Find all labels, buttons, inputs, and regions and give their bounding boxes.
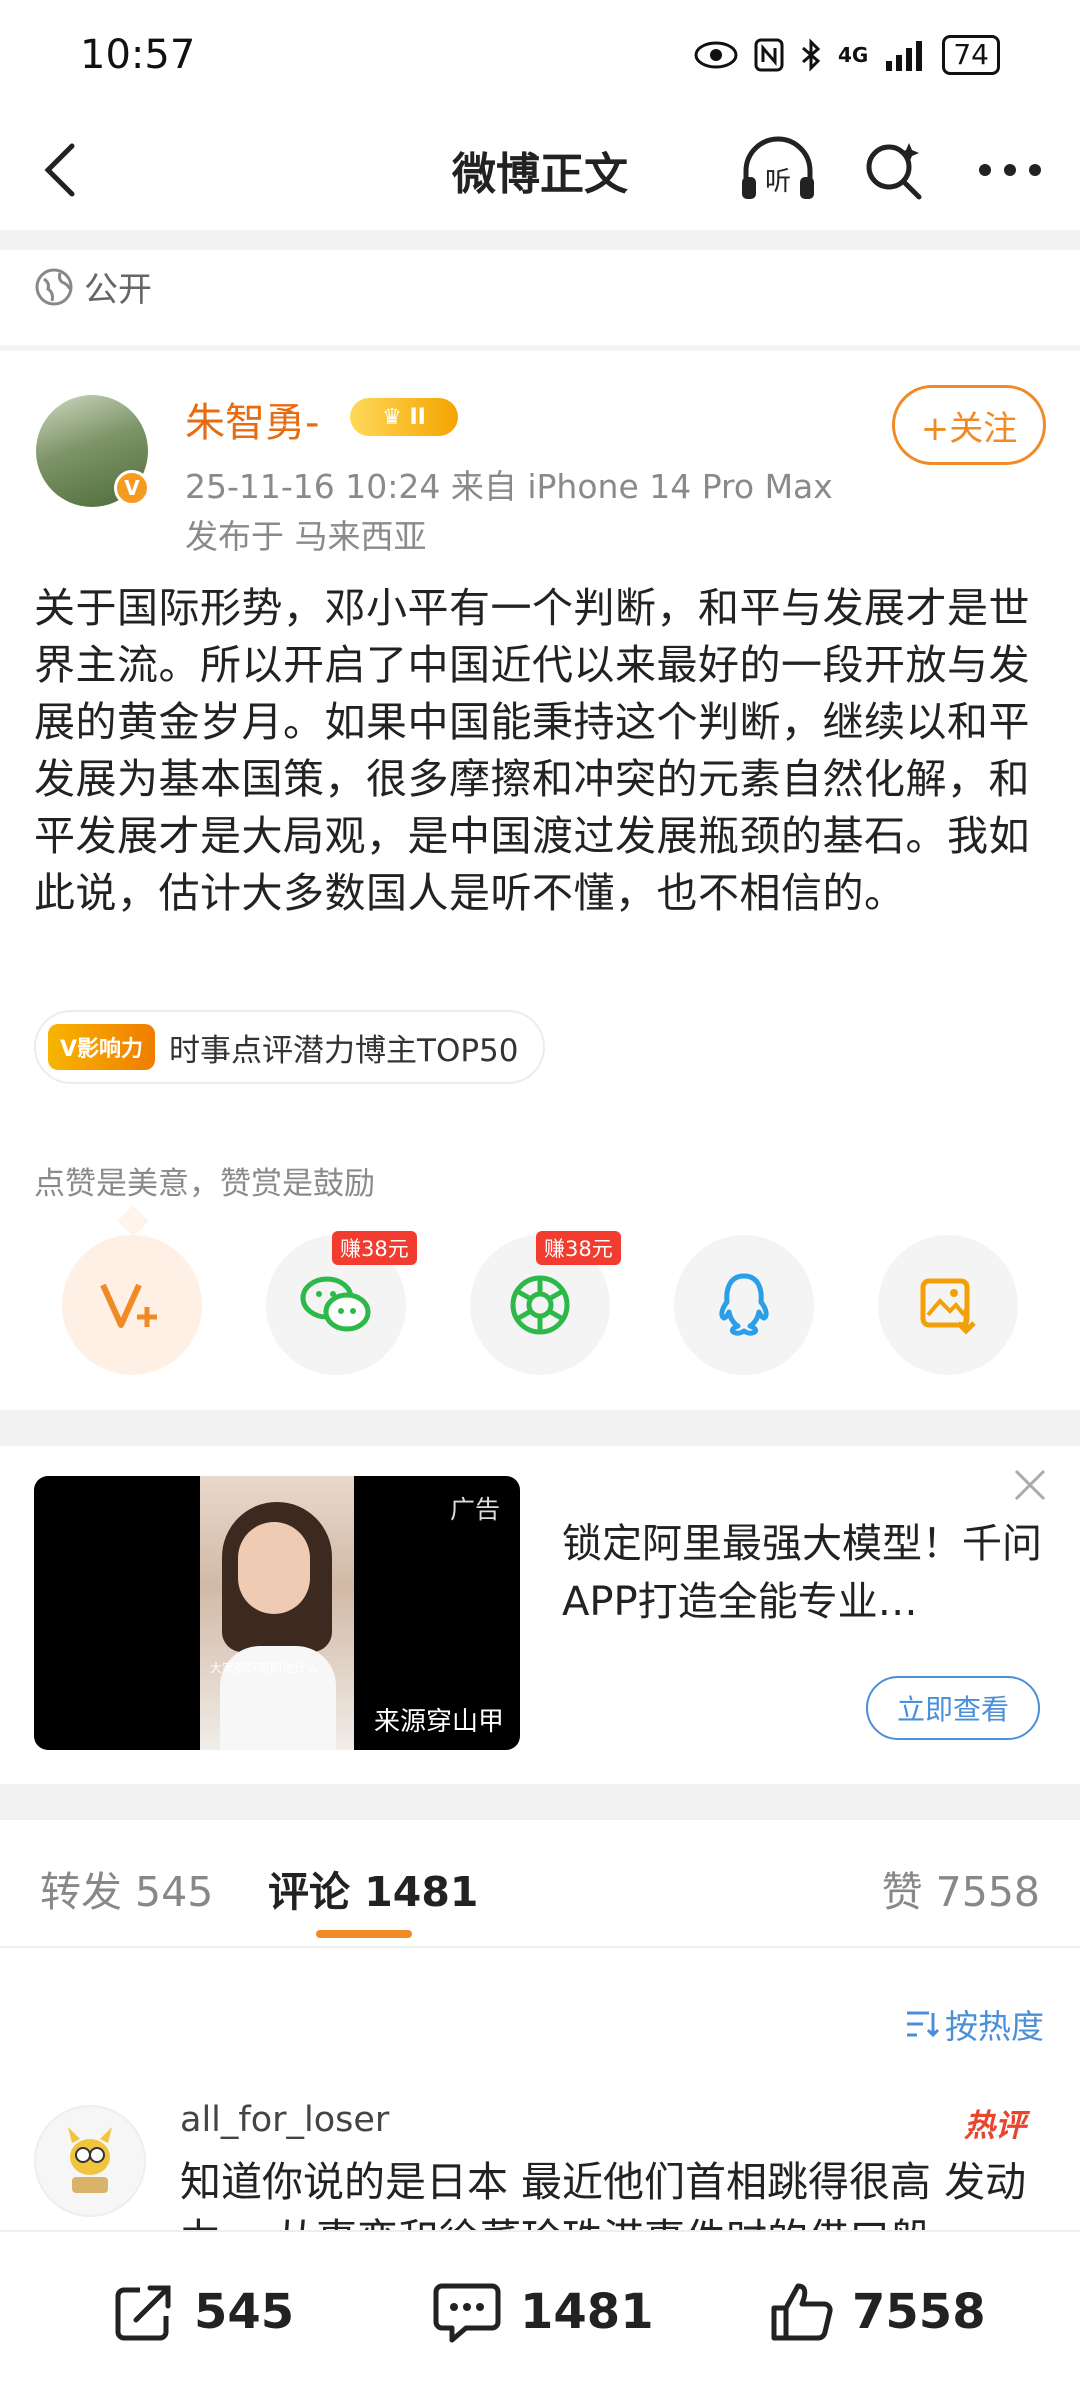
vip-level: II: [409, 404, 426, 430]
search-sparkle-icon: [866, 143, 922, 200]
ad-source: 来源穿山甲: [373, 1707, 504, 1737]
comment-count: 1481: [520, 2284, 654, 2340]
verified-badge-icon: V: [114, 470, 150, 506]
tab-like[interactable]: 赞 7558: [882, 1858, 1040, 1918]
nav-bar: 微博正文 听: [0, 110, 1080, 230]
earn-tag: 赚38元: [332, 1231, 417, 1265]
wechat-icon: [300, 1276, 371, 1332]
ad-label: 广告: [449, 1495, 500, 1524]
close-icon[interactable]: [1010, 1465, 1050, 1505]
follow-button[interactable]: +关注: [892, 385, 1046, 465]
divider: [0, 1410, 1080, 1446]
bottom-action-bar: 545 1481 7558: [0, 2230, 1080, 2390]
repost-button[interactable]: 545: [112, 2280, 294, 2344]
comment-button[interactable]: 1481: [432, 2280, 654, 2344]
share-wechat-button[interactable]: 赚38元: [266, 1231, 417, 1375]
share-moments-button[interactable]: 赚38元: [470, 1231, 621, 1375]
vplus-reward-button[interactable]: [62, 1235, 202, 1375]
weibo-post-page: 10:57 4G 74 微博正文 听 公开 V 朱智勇- ♛ II 25-11-…: [0, 0, 1080, 2390]
nav-actions: 听: [738, 130, 1050, 210]
reward-hint: 点赞是美意，赞赏是鼓励: [34, 1166, 375, 1202]
like-count: 7558: [852, 2284, 986, 2340]
nfc-icon: [754, 38, 784, 72]
ad-person-face: [238, 1522, 310, 1614]
comment-icon: [433, 2283, 501, 2343]
thumbs-up-icon: [771, 2283, 833, 2341]
tab-comment[interactable]: 评论 1481: [268, 1858, 478, 1918]
bluetooth-icon: [802, 38, 821, 72]
vplus-icon: [100, 1283, 157, 1328]
search-button[interactable]: [854, 130, 934, 210]
save-image-button[interactable]: [878, 1235, 1018, 1375]
moments-icon: [510, 1275, 570, 1335]
hot-comment-badge: 热评: [964, 2108, 1026, 2144]
commenter-avatar[interactable]: [34, 2105, 146, 2217]
qq-icon: [719, 1273, 769, 1336]
repost-icon: [115, 2285, 171, 2341]
listen-label: 听: [765, 167, 791, 197]
network-type: 4G: [838, 43, 869, 67]
divider: [0, 1946, 1080, 1948]
share-qq-button[interactable]: [674, 1235, 814, 1375]
back-arrow-icon: [44, 143, 75, 197]
earn-tag: 赚38元: [536, 1231, 621, 1265]
influence-label: 时事点评潜力博主TOP50: [169, 1032, 519, 1069]
ad-video-frame: 大家都好奇的是什么: [200, 1476, 354, 1750]
repost-count: 545: [194, 2284, 295, 2340]
status-time: 10:57: [80, 32, 196, 78]
post-meta: 25-11-16 10:24 来自 iPhone 14 Pro Max: [185, 467, 833, 506]
influence-logo: V影响力: [48, 1024, 156, 1070]
visibility-label: 公开: [34, 262, 152, 311]
headphones-icon: 听: [742, 136, 814, 199]
divider: [0, 345, 1080, 351]
battery-indicator: 74: [942, 35, 1000, 75]
signal-icon: [886, 41, 923, 71]
divider: [0, 230, 1080, 250]
share-row: 赚38元 赚38元: [62, 1231, 1018, 1375]
eye-icon: [694, 41, 738, 69]
back-button[interactable]: [30, 130, 90, 210]
tooltip-pointer: [117, 1205, 149, 1237]
tab-repost[interactable]: 转发 545: [40, 1858, 213, 1918]
crown-icon: ♛: [382, 404, 410, 430]
ad-cta-button[interactable]: 立即查看: [866, 1676, 1040, 1740]
author-name[interactable]: 朱智勇-: [185, 390, 319, 448]
save-image-icon: [920, 1278, 976, 1335]
more-button[interactable]: [970, 130, 1050, 210]
post-body: 关于国际形势，邓小平有一个判断，和平与发展才是世界主流。所以开启了中国近代以来最…: [34, 584, 1030, 917]
sort-label: 按热度: [945, 2007, 1044, 2046]
status-bar: 10:57 4G 74: [0, 0, 1080, 110]
divider: [0, 1784, 1080, 1820]
globe-icon: [35, 268, 73, 305]
ad-title[interactable]: 锁定阿里最强大模型！千问APP打造全能专业…: [562, 1515, 1047, 1631]
influence-tag[interactable]: V影响力 时事点评潜力博主TOP50: [34, 1010, 545, 1084]
visibility-text: 公开: [84, 270, 152, 310]
commenter-name[interactable]: all_for_loser: [180, 2100, 389, 2140]
like-button[interactable]: 7558: [770, 2280, 986, 2344]
ad-video[interactable]: 大家都好奇的是什么 广告 来源穿山甲: [34, 1476, 520, 1750]
more-dots-icon: [979, 164, 1041, 176]
cartoon-avatar-icon: [68, 2127, 112, 2193]
status-icons: 4G 74: [694, 35, 1000, 75]
listen-button[interactable]: 听: [738, 130, 818, 210]
ad-caption: 大家都好奇的是什么: [210, 1661, 319, 1675]
vip-level-badge[interactable]: ♛ II: [350, 398, 458, 436]
tab-indicator: [316, 1930, 412, 1938]
sort-icon: [907, 2011, 939, 2038]
post-location: 发布于 马来西亚: [185, 517, 427, 556]
sort-button[interactable]: 按热度: [905, 2000, 1044, 2048]
